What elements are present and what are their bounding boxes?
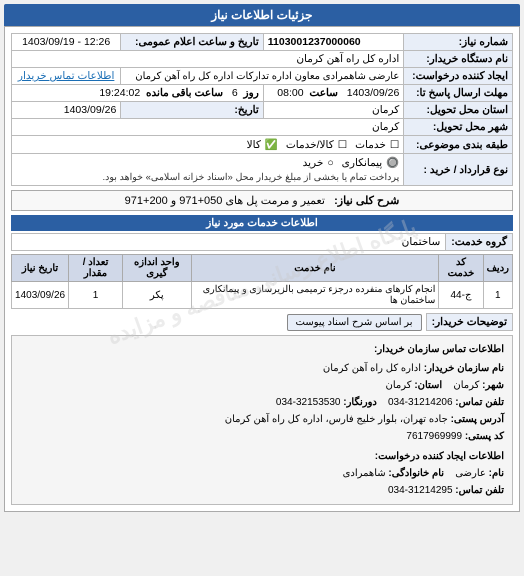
rooz-baqi: روز 6 ساعت باقی مانده 19:24:02 (12, 85, 264, 102)
group-row: گروه خدمت: ساختمان (11, 233, 513, 251)
noe-gharardad-label: نوع قرارداد / خرید : (404, 154, 513, 186)
cell-code: ج-44 (439, 282, 483, 309)
note-button[interactable]: بر اساس شرح اسناد پیوست (287, 314, 422, 331)
ettelaat-tamas-title: اطلاعات تماس سازمان خریدار: (374, 344, 504, 355)
saaat-baqi-label: ساعت باقی مانده (146, 87, 223, 99)
services-table: ردیف کد خدمت نام خدمت واحد اندازه گیری ت… (11, 254, 513, 309)
tabaqe-value: ✅ کالا ☐ کالا/خدمات ☐ خدمات (12, 136, 404, 154)
noe-paymast-label: پیمانکاری (342, 157, 383, 169)
col-tedad: تعداد / مقدار (69, 255, 123, 282)
tarikh-value2: 1403/09/26 (12, 102, 121, 119)
tabaqe-khadamat-only-label: خدمات (355, 139, 386, 151)
cell-tedad: 1 (69, 282, 123, 309)
note-label: توضیحات خریدار: (426, 313, 513, 331)
ettelaat-tamas-link[interactable]: اطلاعات تماس خریدار (18, 70, 114, 82)
group-value: ساختمان (11, 233, 445, 251)
col-code: کد خدمت (439, 255, 483, 282)
shahr-mahval-label: شهر محل تحویل: (404, 119, 513, 136)
mohlat-date: 1403/09/26 (347, 87, 400, 99)
tabaqe-kala-item[interactable]: ✅ کالا (247, 138, 278, 151)
telfon-label-b: تلفن تماس: (455, 397, 504, 408)
noe-gharardad-value: ○ خرید 🔘 پیمانکاری پرداخت تمام یا بخشی ا… (12, 154, 404, 186)
shahr-value-b: کرمان (453, 380, 479, 391)
shahr-label-b: شهر: (482, 380, 504, 391)
ostan-tahvil-value: کرمان (263, 102, 404, 119)
main-box: شماره نیاز: 1103001237000060 تاریخ و ساع… (4, 26, 520, 512)
tabaqe-khadamat-label: کالا/خدمات (286, 139, 334, 151)
header-title: جزئیات اطلاعات نیاز (211, 8, 312, 22)
cell-name: انجام کارهای منفرده درجزء ترمیمی بالزیرس… (191, 282, 439, 309)
telfon2-label-b: تلفن تماس: (455, 485, 504, 496)
rooz-label: روز (244, 87, 259, 99)
tabaqe-kala-label: کالا (247, 139, 261, 151)
info-table: شماره نیاز: 1103001237000060 تاریخ و ساع… (11, 33, 513, 186)
adres-label-b: آدرس پستی: (451, 414, 504, 425)
ettelaat-ejad-title: اطلاعات ایجاد کننده درخواست: (375, 451, 504, 462)
noe-kharid-label: خرید (303, 157, 324, 169)
adres-value-b: جاده تهران، بلوار خلیج فارس، اداره کل را… (225, 414, 448, 425)
col-radif: ردیف (483, 255, 512, 282)
page-container: جزئیات اطلاعات نیاز شماره نیاز: 11030012… (0, 0, 524, 516)
saaat-baqi-value: 19:24:02 (99, 87, 140, 99)
telfon-value-b: 31214206-034 (388, 397, 453, 408)
telfon2-value-b: 31214295-034 (388, 485, 453, 496)
nam-label-b: نام: (489, 468, 504, 479)
name-sazman-label-b: نام سازمان خریدار: (424, 363, 504, 374)
name-sazman-value-b: اداره کل راه آهن کرمان (323, 363, 421, 374)
code-posti-label-b: کد پستی: (465, 431, 504, 442)
bottom-info: اطلاعات تماس سازمان خریدار: نام سازمان خ… (11, 335, 513, 505)
ettelaat-khadamat-title: اطلاعات خدمات مورد نیاز (206, 217, 318, 229)
tarikh-value: 1403/09/19 - 12:26 (12, 34, 121, 51)
table-row: 1ج-44انجام کارهای منفرده درجزء ترمیمی با… (12, 282, 513, 309)
shomara-niyaz-value: 1103001237000060 (263, 34, 404, 51)
tabaqe-khadamat-only-item[interactable]: ☐ خدمات (355, 139, 399, 151)
saaat-value: 08:00 (277, 87, 303, 99)
header-bar: جزئیات اطلاعات نیاز (4, 4, 520, 26)
tabaqe-label: طبقه بندی موضوعی: (404, 136, 513, 154)
name-sazman-label: نام دستگاه خریدار: (404, 51, 513, 68)
nam-khanevadegi-label-b: نام خانوادگی: (388, 468, 444, 479)
watermark-area: پایگاه اطلاع رسانی مناقصه و مزایده ردیف … (11, 254, 513, 309)
note-row: توضیحات خریدار: بر اساس شرح اسناد پیوست (11, 313, 513, 331)
noe-kharid-item[interactable]: ○ خرید (303, 157, 334, 169)
cell-vahed: پکر (122, 282, 191, 309)
name-sazman-value: اداره کل راه آهن کرمان (12, 51, 404, 68)
sharh-koli-label: شرح کلی نیاز: (334, 195, 399, 207)
saaat-label: ساعت (309, 87, 338, 99)
col-tarikh: تاریخ نیاز (12, 255, 69, 282)
noe-paymast-item[interactable]: 🔘 پیمانکاری (342, 156, 400, 169)
nam-value-b: عارضی (455, 468, 486, 479)
faks-label-b: دورنگار: (343, 397, 377, 408)
faks-value-b: 32153530-034 (276, 397, 341, 408)
shomara-niyaz-label: شماره نیاز: (404, 34, 513, 51)
cell-tarikh: 1403/09/26 (12, 282, 69, 309)
ostan-tahvil-label: استان محل تحویل: (404, 102, 513, 119)
ostan-label-b: استان: (414, 380, 442, 391)
tarikh-label2: تاریخ: (121, 102, 263, 119)
col-vahed: واحد اندازه گیری (122, 255, 191, 282)
tabaqe-khadamat-item[interactable]: ☐ کالا/خدمات (286, 139, 347, 151)
ejad-konande-label: ایجاد کننده درخواست: (404, 68, 513, 85)
mohlat-ersaal-value: 1403/09/26 ساعت 08:00 (263, 85, 404, 102)
code-posti-value-b: 7617969999 (406, 431, 462, 442)
noe-description: پرداخت تمام یا بخشی از مبلغ خریدار محل «… (103, 172, 400, 183)
group-label: گروه خدمت: (445, 233, 513, 251)
mohlat-ersaal-label: مهلت ارسال پاسخ تا: (404, 85, 513, 102)
sharh-koli-box: شرح کلی نیاز: تعمیر و مرمت پل های 050+97… (11, 190, 513, 211)
ejad-konande-value: عارضی شاهمرادی معاون اداره تدارکات اداره… (121, 68, 404, 85)
col-name: نام خدمت (191, 255, 439, 282)
nam-khanevadegi-value-b: شاهمرادی (343, 468, 386, 479)
cell-radif: 1 (483, 282, 512, 309)
sharh-koli-value: تعمیر و مرمت پل های 050+971 و 200+971 (125, 195, 325, 207)
ettelaat-khadamat-header: اطلاعات خدمات مورد نیاز (11, 215, 513, 231)
rooz-value: 6 (232, 87, 238, 99)
shahr-mahval-value: کرمان (12, 119, 404, 136)
tarikh-label: تاریخ و ساعت اعلام عمومی: (121, 34, 263, 51)
ostan-value-b: کرمان (386, 380, 412, 391)
